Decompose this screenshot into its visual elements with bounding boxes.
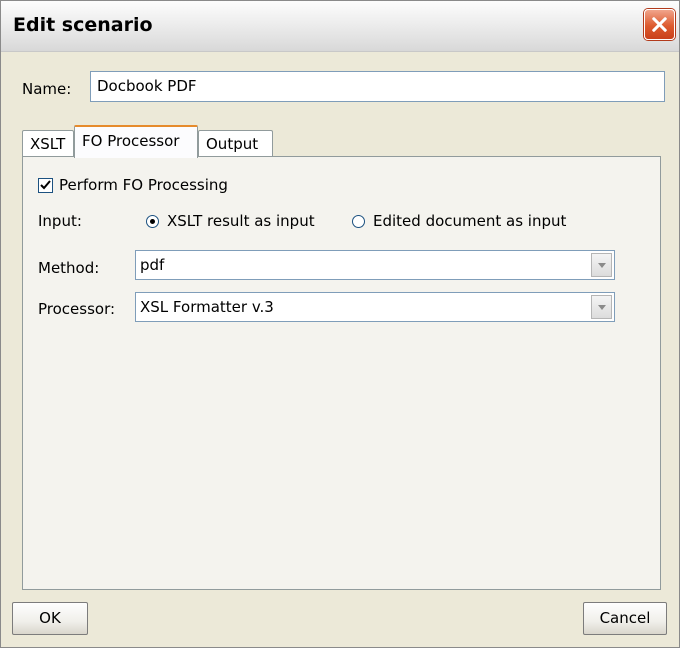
close-icon[interactable]: [644, 9, 675, 40]
radio-edited-document[interactable]: Edited document as input: [352, 212, 566, 230]
name-input[interactable]: Docbook PDF: [90, 71, 665, 102]
radio-xslt-result-button[interactable]: [146, 214, 159, 228]
radio-xslt-result[interactable]: XSLT result as input: [146, 212, 315, 230]
input-label: Input:: [38, 212, 82, 230]
window-title: Edit scenario: [13, 14, 153, 36]
perform-fo-checkbox[interactable]: [38, 177, 53, 193]
perform-fo-label: Perform FO Processing: [59, 176, 228, 194]
processor-label: Processor:: [38, 300, 116, 318]
radio-edited-document-label: Edited document as input: [373, 212, 567, 230]
chevron-down-icon[interactable]: [591, 253, 612, 277]
radio-edited-document-button[interactable]: [352, 214, 365, 228]
cancel-button[interactable]: Cancel: [583, 602, 667, 635]
processor-value: XSL Formatter v.3: [140, 298, 274, 316]
tab-fo-processor[interactable]: FO Processor: [74, 125, 198, 158]
title-bar[interactable]: Edit scenario: [1, 1, 679, 52]
name-label: Name:: [22, 80, 72, 98]
radio-xslt-result-label: XSLT result as input: [167, 212, 315, 230]
tab-xslt[interactable]: XSLT: [22, 130, 74, 156]
method-label: Method:: [38, 259, 100, 277]
checkmark-icon: [40, 179, 51, 189]
ok-button[interactable]: OK: [12, 602, 88, 635]
method-select[interactable]: pdf: [135, 250, 615, 280]
chevron-down-icon[interactable]: [591, 295, 612, 319]
perform-fo-checkbox-row[interactable]: Perform FO Processing: [38, 176, 228, 194]
method-value: pdf: [140, 256, 165, 274]
processor-select[interactable]: XSL Formatter v.3: [135, 292, 615, 322]
tab-output[interactable]: Output: [198, 130, 273, 156]
